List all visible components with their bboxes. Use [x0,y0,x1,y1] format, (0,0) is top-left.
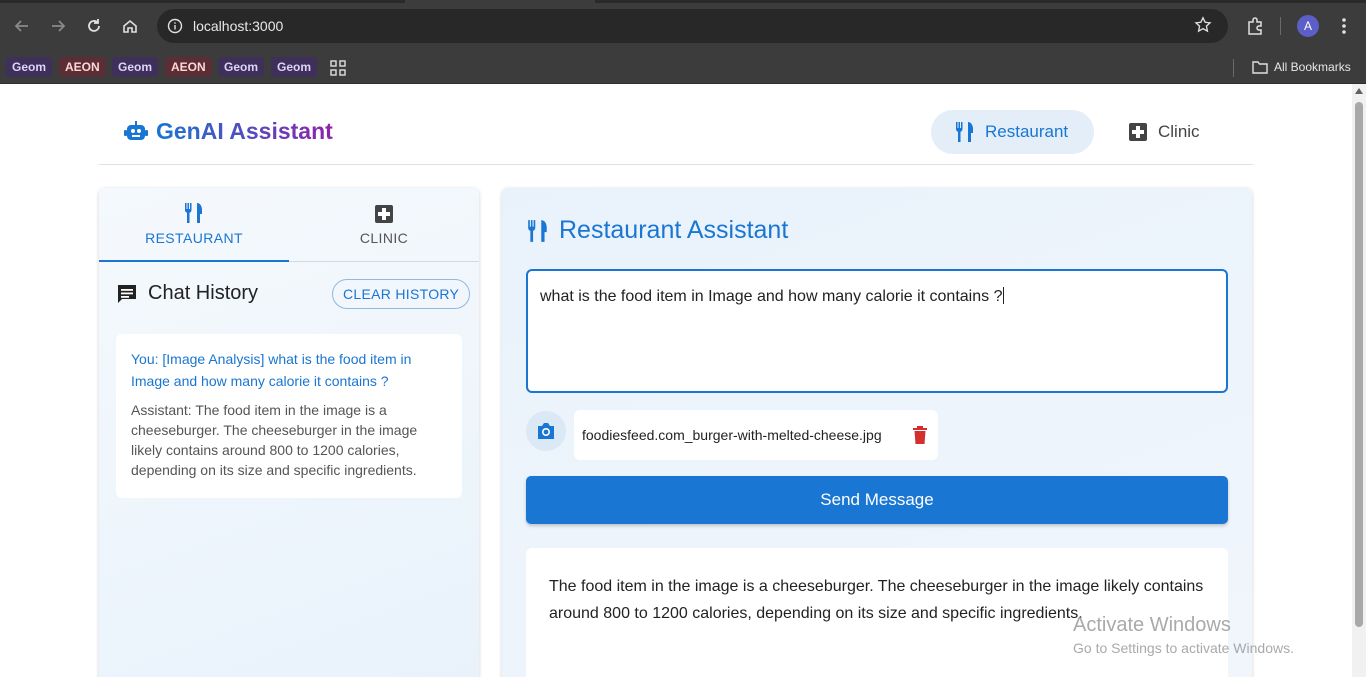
delete-icon[interactable] [912,426,928,444]
message-input-text: what is the food item in Image and how m… [540,288,1003,305]
bookmark-aeon[interactable]: AEON [59,57,106,77]
profile-avatar[interactable]: A [1297,15,1319,37]
chat-history-header: Chat History [116,282,258,305]
address-bar[interactable]: localhost:3000 [157,9,1228,43]
tab-clinic-label: CLINIC [359,230,409,246]
browser-toolbar: localhost:3000 A [0,0,1366,52]
watermark-line-2: Go to Settings to activate Windows. [1073,640,1294,656]
reload-icon[interactable] [82,14,106,38]
history-user-message: You: [Image Analysis] what is the food i… [131,351,412,389]
utensils-icon [528,219,547,242]
attached-file-name: foodiesfeed.com_burger-with-melted-chees… [582,427,882,443]
medical-plus-icon [1129,123,1147,141]
bookmark-geom[interactable]: Geom [218,57,265,77]
history-assistant-message: Assistant: The food item in the image is… [131,402,418,478]
extensions-icon[interactable] [1243,14,1267,38]
page-viewport: GenAI Assistant Restaurant Clinic RESTAU… [0,84,1352,677]
bookmark-geom[interactable]: Geom [271,57,318,77]
domain-tabs: RESTAURANT CLINIC [99,188,479,262]
assistant-response: The food item in the image is a cheesebu… [526,548,1228,677]
history-item[interactable]: You: [Image Analysis] what is the food i… [116,334,462,498]
nav-clinic-label: Clinic [1158,122,1200,141]
clear-history-button[interactable]: CLEAR HISTORY [332,279,471,309]
scrollbar-thumb[interactable] [1355,102,1363,627]
attached-file: foodiesfeed.com_burger-with-melted-chees… [574,410,938,460]
nav-clinic[interactable]: Clinic [1104,110,1224,154]
windows-activation-watermark: Activate Windows Go to Settings to activ… [1073,614,1294,656]
url-text: localhost:3000 [193,18,284,34]
message-input[interactable]: what is the food item in Image and how m… [526,269,1228,393]
nav-restaurant[interactable]: Restaurant [931,110,1094,154]
tab-strip-edge [595,0,1366,3]
brand: GenAI Assistant [124,118,333,145]
chat-icon [118,284,136,303]
bookmark-geom[interactable]: Geom [112,57,159,77]
brand-title: GenAI Assistant [156,118,333,144]
robot-icon [124,120,148,140]
watermark-line-1: Activate Windows [1073,614,1231,636]
sidebar-panel: RESTAURANT CLINIC Chat History CLEAR HIS… [99,188,479,677]
tab-clinic[interactable]: CLINIC [289,188,479,262]
bookmark-geom[interactable]: Geom [6,57,53,77]
tab-strip-edge [0,0,405,3]
tab-restaurant-label: RESTAURANT [145,230,243,246]
upload-image-button[interactable] [526,411,566,451]
app-header: GenAI Assistant Restaurant Clinic [99,84,1253,165]
medical-plus-icon [375,205,393,223]
toolbar-divider [1280,17,1281,35]
all-bookmarks[interactable]: All Bookmarks [1252,60,1351,74]
tab-restaurant[interactable]: RESTAURANT [99,188,289,262]
camera-icon [538,423,554,439]
nav-restaurant-label: Restaurant [985,122,1069,141]
bookmark-aeon[interactable]: AEON [165,57,212,77]
assistant-title-text: Restaurant Assistant [559,216,789,244]
apps-grid-icon[interactable] [330,60,346,81]
forward-icon[interactable] [46,14,70,38]
page-scrollbar[interactable] [1352,84,1366,677]
bookmarks-divider [1233,59,1234,77]
assistant-title: Restaurant Assistant [527,216,788,245]
bookmarks-bar: Geom AEON Geom AEON Geom Geom All Bookma… [0,52,1366,84]
chat-history-title: Chat History [148,282,259,304]
send-message-button[interactable]: Send Message [526,476,1228,524]
text-caret [1003,287,1005,304]
utensils-icon [956,122,973,142]
site-info-icon[interactable] [165,16,185,36]
home-icon[interactable] [118,14,142,38]
bookmark-star-icon[interactable] [1194,16,1214,36]
folder-icon [1252,61,1268,74]
utensils-icon [185,203,202,223]
scroll-up-arrow[interactable] [1355,88,1363,94]
menu-kebab-icon[interactable] [1332,14,1356,38]
all-bookmarks-label: All Bookmarks [1274,60,1351,74]
back-icon[interactable] [10,14,34,38]
assistant-panel: Restaurant Assistant what is the food it… [502,188,1252,677]
